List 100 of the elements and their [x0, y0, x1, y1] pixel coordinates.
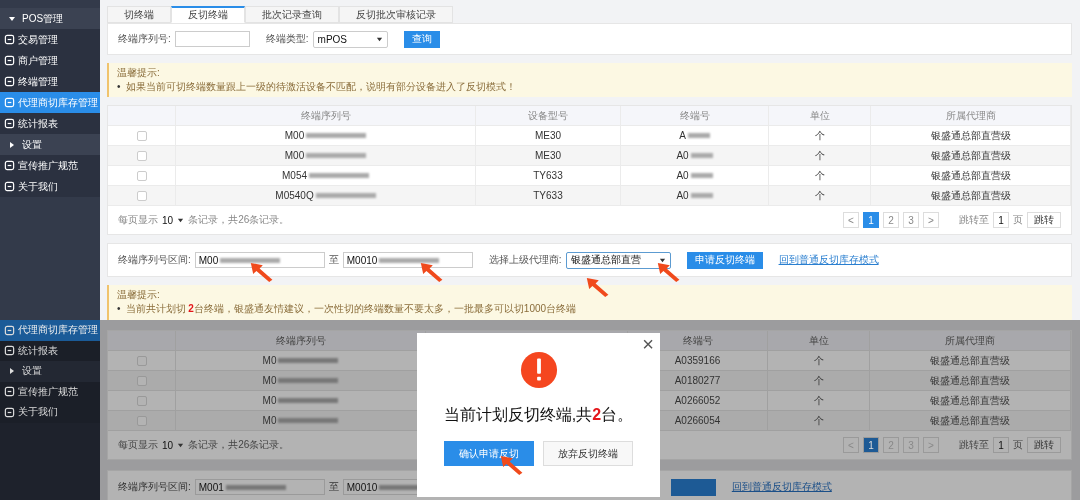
page-unit: 页: [1013, 438, 1023, 452]
redaction-blur: [309, 173, 369, 178]
next-page-button[interactable]: >: [923, 212, 939, 228]
table-cell: ME30: [534, 150, 562, 161]
row-checkbox[interactable]: [136, 150, 147, 161]
table-cell: A0180277: [674, 375, 721, 386]
page-button[interactable]: 2: [883, 212, 899, 228]
sidebar-item[interactable]: 关于我们: [0, 176, 100, 197]
type-select[interactable]: mPOS: [312, 30, 388, 48]
menu-item-icon: [4, 406, 15, 418]
row-checkbox[interactable]: [136, 375, 147, 386]
tab[interactable]: 切终端: [107, 6, 171, 23]
table-cell: 银盛通总部直营级: [930, 393, 1010, 408]
menu-item-icon: [4, 76, 15, 87]
table-cell: A0266052: [674, 395, 721, 406]
record-summary: 条记录，共26条记录。: [188, 213, 290, 227]
table-cell: M0540Q: [275, 190, 314, 201]
menu-item-icon: [4, 55, 15, 66]
field-label: 终端序列号区间:: [118, 480, 191, 494]
sidebar-item[interactable]: 代理商切库存管理: [0, 320, 100, 341]
tab[interactable]: 批次记录查询: [245, 6, 339, 23]
sidebar-item[interactable]: 设置: [0, 134, 100, 155]
caret-down-icon: [658, 256, 666, 264]
sidebar-item[interactable]: 统计报表: [0, 113, 100, 134]
table-cell: M00: [284, 150, 305, 161]
row-checkbox[interactable]: [136, 190, 147, 201]
table-cell: TY633: [533, 170, 563, 181]
sidebar-item[interactable]: 终端管理: [0, 71, 100, 92]
row-checkbox[interactable]: [136, 355, 147, 366]
annotation-arrow: [420, 262, 444, 283]
redaction-blur: [315, 193, 376, 198]
table-cell: A0: [676, 150, 689, 161]
jump-button[interactable]: 跳转: [1027, 212, 1061, 228]
page-input[interactable]: 1: [993, 437, 1009, 453]
table-cell: 银盛通总部直营级: [930, 148, 1011, 163]
redaction-blur: [306, 133, 367, 138]
table-cell: 个: [814, 128, 825, 143]
notice-text: 如果当前可切终端数量跟上一级的待激活设备不匹配，说明有部分设备进入了反切模式！: [125, 81, 516, 93]
column-header: 终端序列号: [176, 106, 476, 126]
field-label: 选择上级代理商:: [488, 253, 562, 267]
menu-item-icon: [4, 345, 15, 357]
menu-item-icon: [4, 97, 15, 108]
annotation-arrow: [657, 262, 681, 283]
sidebar-item[interactable]: 设置: [0, 361, 100, 382]
tab[interactable]: 反切终端: [171, 6, 245, 23]
back-link[interactable]: 回到普通反切库存模式: [731, 480, 832, 494]
table-cell: M054: [282, 170, 307, 181]
back-link[interactable]: 回到普通反切库存模式: [778, 253, 879, 267]
field-label: 终端序列号区间:: [118, 253, 191, 267]
page-button[interactable]: 3: [903, 212, 919, 228]
apply-button[interactable]: [670, 478, 716, 496]
table-cell: A: [679, 130, 686, 141]
tab[interactable]: 反切批次审核记录: [339, 6, 453, 23]
sidebar-item[interactable]: 宣传推广规范: [0, 155, 100, 176]
per-page-select[interactable]: 10: [162, 214, 185, 226]
sidebar-item[interactable]: 商户管理: [0, 50, 100, 71]
menu-item-icon: [4, 118, 15, 129]
redaction-blur: [278, 418, 339, 423]
jump-button[interactable]: 跳转: [1027, 437, 1061, 453]
menu-item-icon: [4, 181, 15, 192]
record-summary: 条记录，共26条记录。: [188, 438, 290, 452]
redaction-blur: [225, 484, 286, 490]
table-cell: 个: [814, 148, 825, 163]
row-checkbox[interactable]: [136, 415, 147, 426]
row-checkbox[interactable]: [136, 130, 147, 141]
page-button[interactable]: 1: [863, 437, 879, 453]
sidebar-item[interactable]: POS管理: [0, 8, 100, 29]
sidebar-item[interactable]: 宣传推广规范: [0, 381, 100, 402]
jump-label: 跳转至: [959, 213, 989, 227]
redaction-blur: [690, 153, 713, 158]
table-cell: A0: [676, 190, 689, 201]
redaction-blur: [278, 378, 339, 383]
page-unit: 页: [1013, 213, 1023, 227]
per-page-select[interactable]: 10: [162, 439, 185, 451]
redaction-blur: [278, 398, 339, 403]
serial-to-input[interactable]: M0010: [342, 252, 473, 268]
serial-from-input[interactable]: M00: [194, 252, 325, 268]
range-separator: 至: [328, 480, 339, 494]
menu-item-icon: [4, 34, 15, 45]
table-cell: M0: [262, 395, 277, 406]
sidebar-item[interactable]: 统计报表: [0, 340, 100, 361]
row-checkbox[interactable]: [136, 395, 147, 406]
serial-from-input[interactable]: M001: [194, 479, 325, 495]
agent-select[interactable]: 银盛通总部直营: [565, 251, 671, 269]
caret-down-icon: [177, 441, 185, 449]
cancel-button[interactable]: 放弃反切终端: [543, 441, 633, 466]
sidebar-item[interactable]: 交易管理: [0, 29, 100, 50]
prev-page-button[interactable]: <: [843, 212, 859, 228]
serial-input[interactable]: [174, 31, 250, 47]
range-separator: 至: [328, 253, 339, 267]
redaction-blur: [220, 257, 281, 263]
redaction-blur: [306, 153, 367, 158]
table-cell: A0: [676, 170, 689, 181]
page-input[interactable]: 1: [993, 212, 1009, 228]
caret-down-icon: [177, 216, 185, 224]
menu-item-icon: [4, 324, 15, 336]
table-cell: M0: [262, 415, 277, 426]
sidebar-item[interactable]: 关于我们: [0, 402, 100, 423]
field-label: 终端序列号:: [118, 32, 171, 46]
row-checkbox[interactable]: [136, 170, 147, 181]
